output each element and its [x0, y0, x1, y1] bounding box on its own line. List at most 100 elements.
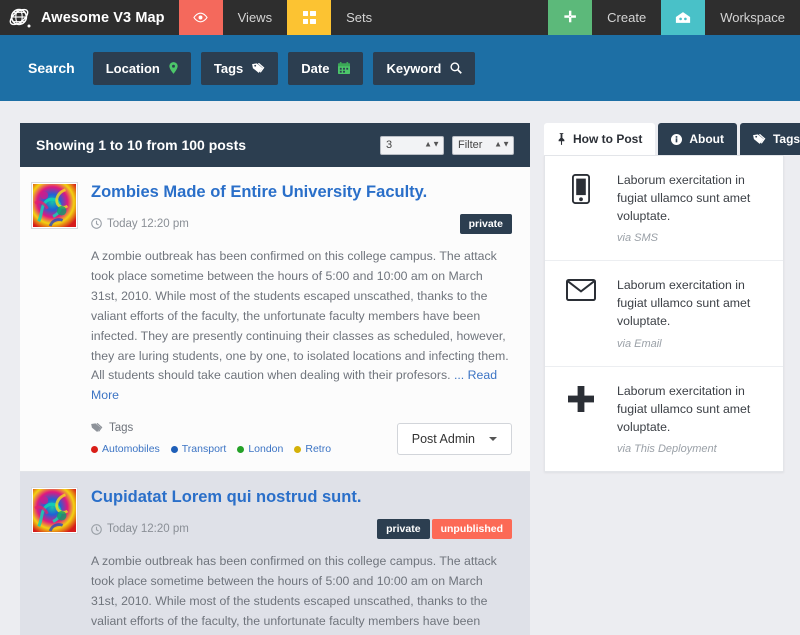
- post-meta-row: Today 12:20 pm private unpublished: [91, 519, 512, 540]
- how-to-post-via: via SMS: [617, 232, 658, 245]
- sets-nav-label[interactable]: Sets: [331, 0, 387, 35]
- search-chip-tags[interactable]: Tags: [200, 51, 279, 85]
- envelope-icon: [566, 279, 596, 302]
- post-badges: private unpublished: [377, 519, 512, 540]
- map-pin-icon: [169, 62, 178, 74]
- views-nav-label[interactable]: Views: [223, 0, 287, 35]
- tag-item[interactable]: London: [237, 443, 283, 455]
- tag-item[interactable]: Automobiles: [91, 443, 160, 455]
- views-icon-button[interactable]: [178, 0, 223, 35]
- post-footer: Tags Automobiles Transport London Retro …: [91, 422, 512, 456]
- search-chip-tags-label: Tags: [213, 60, 244, 76]
- post-body: Zombies Made of Entire University Facult…: [91, 183, 512, 456]
- post-body: Cupidatat Lorem qui nostrud sunt. Today …: [91, 488, 512, 635]
- status-badge: unpublished: [431, 519, 512, 540]
- clock-icon: [91, 523, 102, 535]
- post-excerpt: A zombie outbreak has been confirmed on …: [91, 247, 512, 406]
- search-chip-date[interactable]: Date: [288, 51, 364, 85]
- status-badge: private: [459, 213, 512, 234]
- post-badges: private: [459, 213, 512, 234]
- search-chip-location[interactable]: Location: [92, 51, 191, 85]
- post-tags-block: Tags Automobiles Transport London Retro: [91, 422, 397, 455]
- post-thumbnail[interactable]: [31, 487, 78, 535]
- info-circle-icon: [671, 133, 683, 145]
- filter-select[interactable]: Filter: [452, 135, 514, 155]
- how-to-post-item[interactable]: Laborum exercitation in fugiat ullamco s…: [545, 156, 783, 262]
- how-to-post-panel: Laborum exercitation in fugiat ullamco s…: [544, 155, 784, 473]
- workspace-icon-button[interactable]: [661, 0, 706, 35]
- top-navigation-bar: Awesome V3 Map Views Sets ✛ Create Works…: [0, 0, 800, 35]
- brand[interactable]: Awesome V3 Map: [0, 0, 179, 35]
- how-to-post-text-cell: Laborum exercitation in fugiat ullamco s…: [617, 277, 769, 349]
- per-page-select-wrapper: 3 ▲▼: [380, 135, 444, 155]
- tag-list: Automobiles Transport London Retro: [91, 443, 397, 455]
- how-to-post-via: via This Deployment: [617, 443, 717, 456]
- chevron-down-icon: [489, 437, 497, 442]
- how-to-post-item[interactable]: Laborum exercitation in fugiat ullamco s…: [545, 261, 783, 367]
- sets-icon-button[interactable]: [287, 0, 332, 35]
- tab-about[interactable]: About: [658, 123, 737, 155]
- tab-how-to-post[interactable]: How to Post: [544, 123, 656, 155]
- posts-column: Showing 1 to 10 from 100 posts 3 ▲▼ Filt…: [20, 123, 530, 635]
- how-to-post-icon-cell: [545, 172, 617, 204]
- how-to-post-item[interactable]: Laborum exercitation in fugiat ullamco s…: [545, 367, 783, 471]
- post-excerpt: A zombie outbreak has been confirmed on …: [91, 552, 512, 635]
- tags-label: Tags: [109, 422, 134, 435]
- pin-icon: [558, 133, 565, 145]
- how-to-post-text: Laborum exercitation in fugiat ullamco s…: [617, 173, 751, 223]
- filter-select-wrapper: Filter ▲▼: [452, 135, 514, 155]
- search-icon: [450, 62, 463, 74]
- main-content: Showing 1 to 10 from 100 posts 3 ▲▼ Filt…: [0, 101, 800, 635]
- status-badge: private: [377, 519, 430, 540]
- how-to-post-text: Laborum exercitation in fugiat ullamco s…: [617, 383, 751, 434]
- post-excerpt-text: A zombie outbreak has been confirmed on …: [91, 554, 497, 635]
- tag-label: Transport: [181, 443, 227, 456]
- search-chip-keyword-label: Keyword: [386, 60, 442, 76]
- post-timestamp: Today 12:20 pm: [91, 218, 189, 230]
- post-admin-label: Post Admin: [411, 432, 475, 447]
- search-chip-keyword[interactable]: Keyword: [373, 51, 476, 85]
- create-nav-label[interactable]: Create: [592, 0, 661, 35]
- sidebar-tabs: How to Post About Tags: [544, 123, 800, 155]
- post-card: Cupidatat Lorem qui nostrud sunt. Today …: [20, 472, 530, 635]
- tag-label: Retro: [305, 443, 332, 456]
- post-excerpt-text: A zombie outbreak has been confirmed on …: [91, 248, 509, 383]
- tab-about-label: About: [689, 132, 724, 146]
- tag-icon: [252, 62, 265, 73]
- how-to-post-via: via Email: [617, 337, 662, 350]
- tag-color-dot: [91, 445, 98, 453]
- create-icon-button[interactable]: ✛: [548, 0, 593, 35]
- tag-item[interactable]: Transport: [170, 443, 227, 456]
- post-thumbnail[interactable]: [31, 182, 78, 229]
- post-timestamp: Today 12:20 pm: [91, 523, 189, 535]
- per-page-select[interactable]: 3: [380, 135, 444, 155]
- tag-label: Automobiles: [102, 443, 160, 456]
- post-admin-button[interactable]: Post Admin: [396, 423, 512, 456]
- plus-icon: [568, 385, 594, 412]
- plus-icon: ✛: [563, 9, 577, 26]
- tags-heading: Tags: [91, 422, 397, 434]
- how-to-post-text-cell: Laborum exercitation in fugiat ullamco s…: [617, 383, 769, 455]
- showing-count-text: Showing 1 to 10 from 100 posts: [36, 137, 247, 153]
- post-title[interactable]: Cupidatat Lorem qui nostrud sunt.: [91, 488, 512, 508]
- how-to-post-text-cell: Laborum exercitation in fugiat ullamco s…: [617, 172, 769, 244]
- tag-icon: [753, 133, 766, 144]
- workspace-nav-label[interactable]: Workspace: [705, 0, 800, 35]
- tab-tags-label: Tags: [772, 132, 800, 146]
- search-chip-location-label: Location: [105, 60, 160, 76]
- calendar-icon: [338, 62, 351, 74]
- how-to-post-icon-cell: [545, 277, 617, 302]
- post-title[interactable]: Zombies Made of Entire University Facult…: [91, 183, 512, 203]
- clock-icon: [91, 218, 102, 230]
- tag-item[interactable]: Retro: [294, 443, 331, 455]
- how-to-post-text: Laborum exercitation in fugiat ullamco s…: [617, 278, 751, 329]
- posts-panel-header: Showing 1 to 10 from 100 posts 3 ▲▼ Filt…: [20, 123, 530, 167]
- search-label: Search: [28, 60, 75, 76]
- post-card: Zombies Made of Entire University Facult…: [20, 167, 530, 473]
- search-chip-date-label: Date: [301, 60, 330, 76]
- how-to-post-icon-cell: [545, 383, 617, 413]
- workspace-icon: [676, 12, 691, 23]
- eye-icon: [193, 12, 208, 23]
- tab-tags[interactable]: Tags: [739, 123, 800, 155]
- tag-color-dot: [237, 445, 245, 453]
